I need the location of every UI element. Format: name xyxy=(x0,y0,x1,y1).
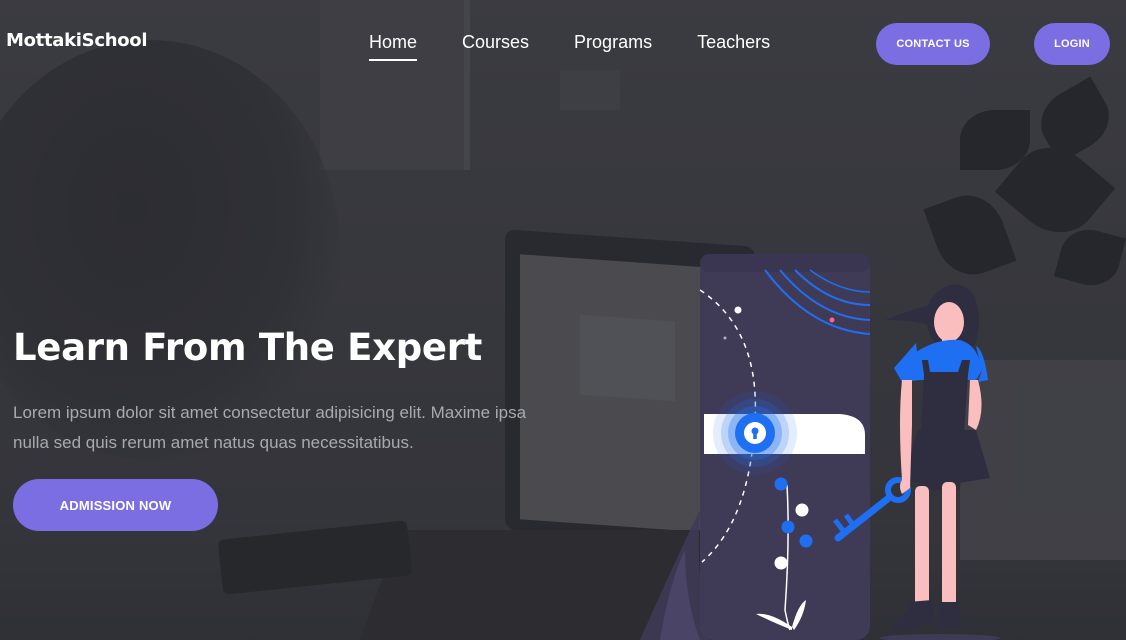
brand-logo[interactable]: MottakiSchool xyxy=(6,30,148,51)
login-button[interactable]: LOGIN xyxy=(1034,23,1110,65)
hero-description: Lorem ipsum dolor sit amet consectetur a… xyxy=(13,403,527,452)
nav-item-home[interactable]: Home xyxy=(369,32,418,61)
nav-item-courses[interactable]: Courses xyxy=(462,32,529,61)
security-key-illustration xyxy=(640,254,1000,640)
main-nav: Home Courses Programs Teachers xyxy=(369,32,815,61)
nav-item-programs[interactable]: Programs xyxy=(574,32,652,61)
nav-item-teachers[interactable]: Teachers xyxy=(697,32,770,61)
contact-us-button[interactable]: CONTACT US xyxy=(876,23,990,65)
hero-title: Learn From The Expert xyxy=(13,326,483,369)
admission-now-button[interactable]: ADMISSION NOW xyxy=(13,479,218,531)
lock-icon xyxy=(744,422,766,444)
